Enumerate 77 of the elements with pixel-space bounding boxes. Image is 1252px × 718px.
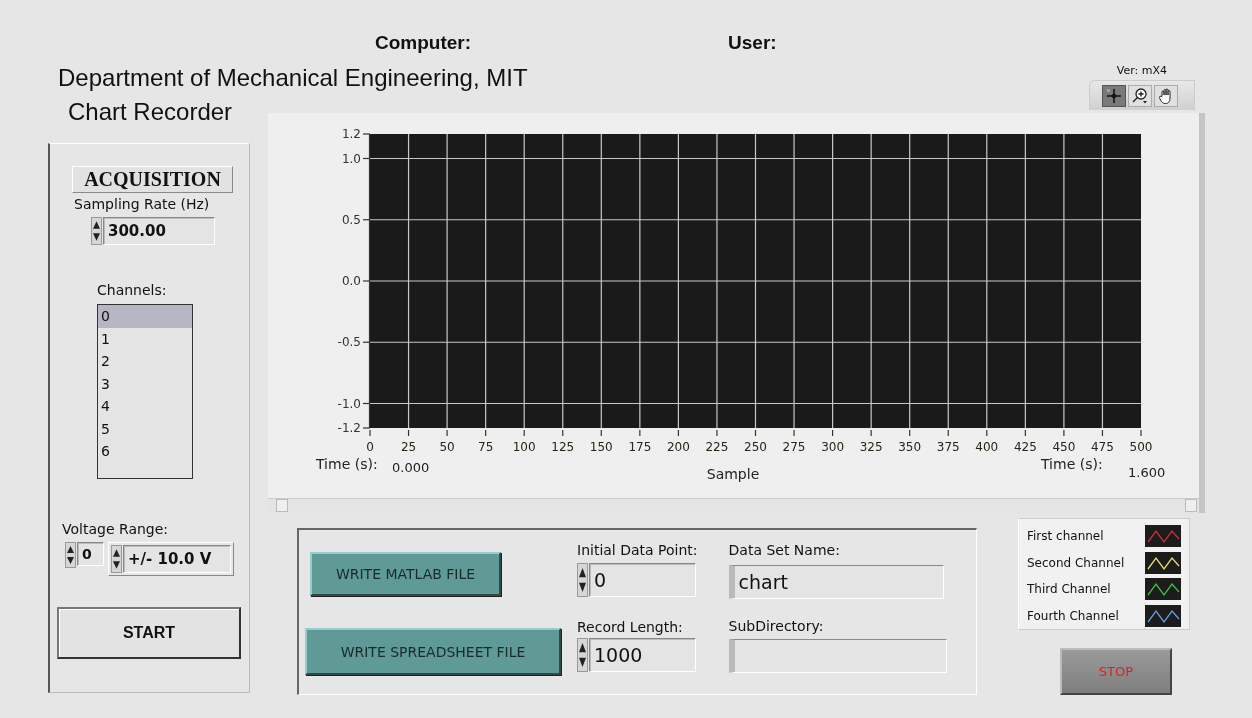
axis-tick-label: 1.2 [341, 127, 361, 141]
axis-tick-label: 225 [705, 440, 729, 454]
time-value: 1.600 [1128, 465, 1166, 480]
field-label: User: [728, 32, 777, 54]
axis-tick-label: 50 [439, 440, 455, 454]
axis-tick-label: 175 [628, 440, 652, 454]
list-item[interactable]: 3 [98, 372, 192, 395]
number-field[interactable]: 300.00 [103, 217, 215, 245]
list-item[interactable]: 5 [98, 417, 192, 440]
axis-tick-label: 375 [936, 440, 960, 454]
spin-control[interactable] [111, 545, 122, 573]
axis-tick-label: 150 [589, 440, 613, 454]
start-button[interactable]: START [57, 607, 241, 659]
axis-tick-label: -1.0 [337, 396, 361, 411]
axis-tick-label: 500 [1129, 440, 1153, 454]
axis-tick-label: 325 [859, 440, 883, 454]
legend-label: First channel [1027, 529, 1104, 544]
axis-tick-label: 100 [512, 440, 536, 454]
field-label: Record Length: [577, 619, 683, 635]
crosshair-icon [1105, 87, 1123, 105]
time-value: 0.000 [392, 460, 430, 475]
axis-tick-label: 0.5 [341, 212, 361, 227]
axis-tick-label: 125 [551, 440, 575, 454]
axis-tick-label: 250 [744, 440, 767, 454]
number-field[interactable]: 0 [589, 563, 696, 597]
list-item[interactable]: 4 [98, 395, 192, 418]
spin-control[interactable] [91, 217, 102, 245]
axis-tick-label: 300 [821, 440, 845, 454]
legend-label: Second Channel [1027, 555, 1125, 570]
axis-tick-label: 75 [478, 440, 494, 454]
spin-control[interactable] [577, 638, 588, 672]
field-label: Data Set Name: [728, 542, 840, 558]
axis-tick-label: 0 [366, 440, 374, 454]
field-label: Channels: [97, 282, 167, 298]
axis-tick-label: -0.5 [337, 335, 361, 350]
time-label: Time (s): [1041, 456, 1103, 472]
write-spreadsheet-button[interactable]: WRITE SPREADSHEET FILE [305, 628, 561, 675]
axis-tick-label: 475 [1091, 440, 1114, 454]
zoom-icon [1131, 87, 1149, 105]
channel-list[interactable]: 0 1 2 3 4 5 6 [97, 304, 193, 479]
write-matlab-button[interactable]: WRITE MATLAB FILE [310, 552, 501, 596]
legend-label: Fourth Channel [1027, 608, 1119, 623]
department-title: Department of Mechanical Engineering, MIT [58, 64, 528, 92]
dropdown-field[interactable]: +/- 10.0 V [123, 545, 231, 573]
axis-tick-label: -1.2 [337, 421, 361, 435]
legend-label: Third Channel [1027, 582, 1111, 597]
field-label: Voltage Range: [62, 521, 169, 537]
axis-tick-label: 200 [666, 440, 690, 454]
list-item[interactable]: 1 [98, 327, 192, 350]
axis-tick-label: 275 [782, 440, 806, 454]
number-field[interactable]: 1000 [589, 638, 696, 672]
spin-control[interactable] [65, 542, 76, 568]
axis-tick-label: 25 [400, 440, 417, 454]
time-label: Time (s): [316, 456, 378, 472]
field-label: Sampling Rate (Hz) [74, 196, 210, 212]
field-label: SubDirectory: [728, 618, 824, 634]
axis-tick-label: 425 [1013, 440, 1037, 454]
tool-button[interactable] [1154, 85, 1178, 107]
axis-tick-label: 450 [1052, 440, 1076, 454]
text-field[interactable]: chart [728, 565, 944, 599]
text-field[interactable] [728, 639, 947, 673]
axis-title: Sample [706, 466, 760, 482]
version-label: Ver: mX4 [1116, 64, 1167, 78]
field-label: Computer: [375, 32, 472, 54]
number-field[interactable]: 0 [77, 542, 104, 566]
axis-tick-label: 400 [975, 440, 999, 454]
list-item[interactable]: 2 [98, 350, 192, 373]
section-heading: ACQUISITION [72, 166, 233, 193]
axis-tick-label: 350 [898, 440, 922, 454]
field-label: Initial Data Point: [577, 542, 698, 558]
axis-tick-label: 0.0 [341, 274, 361, 288]
app-title: Chart Recorder [68, 98, 233, 126]
list-item[interactable]: 6 [98, 440, 192, 463]
list-item[interactable]: 0 [98, 305, 192, 328]
tool-button[interactable] [1128, 85, 1152, 107]
spin-control[interactable] [577, 563, 588, 597]
axis-tick-label: 1.0 [341, 151, 361, 166]
